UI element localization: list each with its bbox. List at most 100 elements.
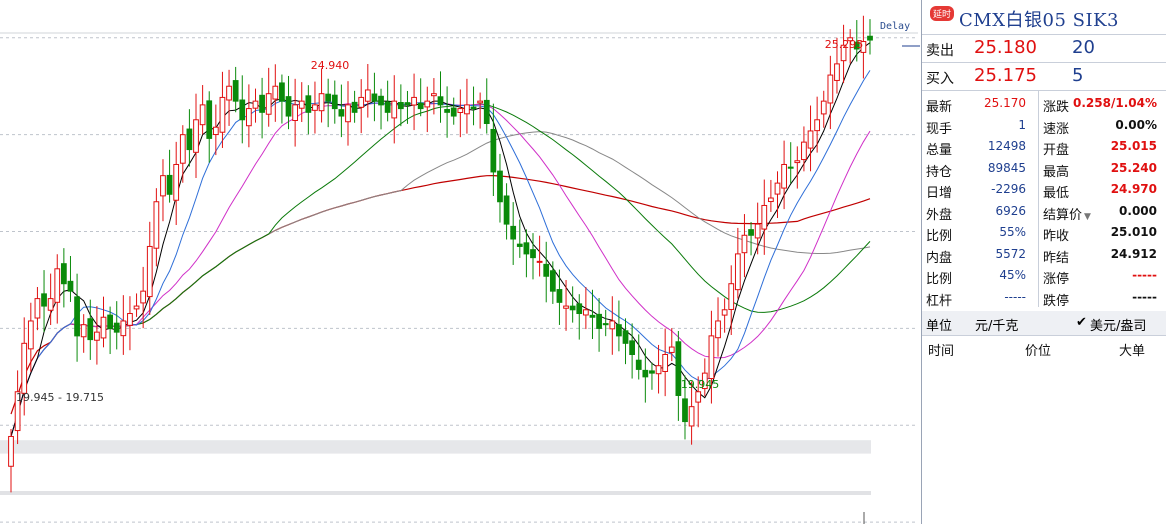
- candle-body: [245, 108, 252, 127]
- stat-row: 外盘 6926 结算价 ▼ 0.000: [922, 201, 1166, 223]
- candle-body: [94, 331, 100, 341]
- stat-label: 涨停: [1043, 272, 1070, 287]
- candle-body: [622, 330, 629, 344]
- candle-body: [232, 80, 239, 102]
- candle-body: [391, 100, 398, 119]
- ma120-line: [10, 174, 871, 415]
- candle-body: [431, 93, 437, 97]
- stat-value: 5572: [995, 246, 1026, 261]
- candle-body: [497, 170, 503, 203]
- candle-body: [715, 320, 721, 339]
- stat-value: 89845: [987, 160, 1026, 175]
- candle-body: [34, 298, 41, 319]
- ma10-line: [10, 70, 871, 437]
- ma60-line: [10, 131, 871, 437]
- stat-label: 速涨: [1043, 121, 1070, 137]
- candle-body: [21, 342, 28, 394]
- delay-label: Delay: [880, 21, 911, 32]
- candle-body: [193, 119, 199, 153]
- stat-row: 现手 1 速涨 0.00%: [922, 115, 1166, 137]
- candle-body: [867, 35, 873, 41]
- bid-price: 25.175: [974, 65, 1037, 86]
- candle-body: [477, 100, 484, 104]
- candle-body: [781, 163, 787, 189]
- unit-option-usd-per-oz[interactable]: 美元/盎司: [1090, 315, 1146, 334]
- candle-body: [642, 369, 649, 378]
- instrument-title[interactable]: CMX白银05 SIK3: [959, 6, 1119, 32]
- candle-body: [602, 323, 609, 326]
- stat-value: 12498: [987, 139, 1026, 153]
- stat-row: 总量 12498 开盘 25.015: [922, 136, 1166, 158]
- stat-value: -2296: [991, 182, 1026, 196]
- candle-body: [734, 253, 741, 291]
- bid-label: 买入: [926, 71, 954, 87]
- stat-label: 杠杆: [926, 293, 953, 309]
- candle-body: [761, 204, 768, 230]
- stat-label: 跌停: [1043, 293, 1070, 309]
- candle-body: [219, 96, 226, 133]
- candle-body: [457, 108, 464, 113]
- candle-body: [120, 320, 127, 337]
- candle-body: [206, 100, 213, 139]
- candle-body: [450, 107, 457, 117]
- candle-body: [510, 225, 517, 240]
- candle-body: [358, 96, 365, 108]
- stat-value: 25.010: [1110, 225, 1157, 239]
- candle-body: [384, 101, 391, 113]
- quote-stats: 最新 25.170 涨跌 0.258/1.04% 现手 1 速涨 0.00% 总量 12498 开盘…: [922, 91, 1166, 312]
- check-icon: ✔: [1076, 315, 1087, 330]
- candle-body: [582, 309, 589, 316]
- candle-body: [285, 96, 292, 117]
- unit-option-yuan-per-kg[interactable]: 元/千克: [975, 315, 1018, 334]
- stat-label: 日增: [926, 186, 953, 201]
- candle-body: [265, 93, 272, 115]
- stat-value: 45%: [999, 268, 1026, 282]
- stat-row: 日增 -2296 最低 24.970: [922, 179, 1166, 201]
- candle-body: [444, 109, 450, 113]
- candle-body: [107, 314, 113, 329]
- stat-row: 比例 45% 涨停 -----: [922, 265, 1166, 287]
- stat-label: 最新: [926, 100, 953, 115]
- stat-value: 55%: [999, 225, 1026, 239]
- stat-value: 6926: [995, 203, 1026, 218]
- candle-body: [74, 296, 80, 337]
- candle-body: [305, 95, 312, 113]
- candle-body: [397, 102, 404, 110]
- candle-body: [153, 201, 160, 249]
- candle-body: [212, 126, 219, 136]
- band-annotation: 19.945 - 19.715: [16, 391, 104, 404]
- stat-value: 24.970: [1110, 182, 1157, 196]
- candle-body: [787, 166, 794, 169]
- stat-value: 25.240: [1110, 160, 1157, 175]
- chevron-down-icon[interactable]: ▼: [1084, 212, 1091, 222]
- stat-label: 现手: [926, 121, 953, 137]
- candle-body: [378, 95, 384, 106]
- candle-body: [748, 229, 754, 236]
- candle-body: [41, 293, 47, 307]
- candle-body: [146, 245, 153, 298]
- candle-body: [437, 96, 444, 106]
- kline-svg[interactable]: 24.940 25.295 19.945 19.945 - 19.715: [0, 0, 920, 524]
- kline-chart[interactable]: 24.940 25.295 19.945 19.945 - 19.715 Delay: [0, 0, 920, 524]
- candle-body: [483, 99, 490, 124]
- candle-body: [609, 320, 616, 330]
- stat-label: 结算价 ▼: [1043, 207, 1091, 223]
- candle-body: [318, 93, 325, 112]
- candle-body: [160, 175, 166, 197]
- bid-volume: 5: [1072, 65, 1084, 86]
- candle-body: [490, 128, 497, 173]
- candle-body: [834, 63, 840, 81]
- ask-volume: 20: [1072, 37, 1095, 58]
- unit-selector: 单位 元/千克 ✔ 美元/盎司: [922, 311, 1166, 336]
- candle-body: [127, 313, 133, 326]
- stat-value: 25.015: [1110, 139, 1157, 153]
- candle-body: [536, 260, 543, 263]
- orderbook-ask-row[interactable]: 卖出 25.180 20: [922, 35, 1166, 63]
- stat-row: 持仓 89845 最高 25.240: [922, 158, 1166, 180]
- candle-body: [133, 305, 140, 310]
- candle-body: [199, 104, 206, 126]
- candle-body: [298, 100, 305, 109]
- stat-label: 昨结: [1043, 250, 1070, 266]
- orderbook-bid-row[interactable]: 买入 25.175 5: [922, 63, 1166, 91]
- stat-label: 内盘: [926, 250, 953, 266]
